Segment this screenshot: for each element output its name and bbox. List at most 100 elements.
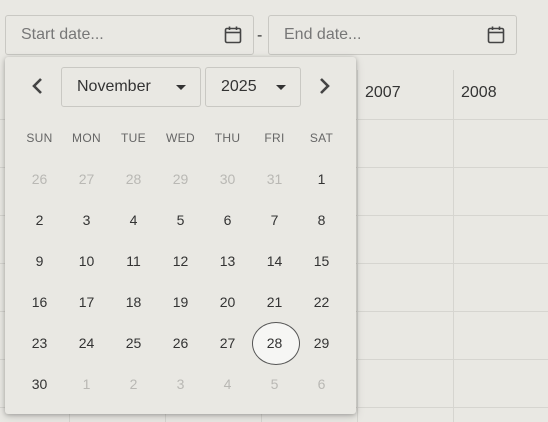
calendar-day[interactable]: 9 — [16, 240, 63, 281]
calendar-day[interactable]: 6 — [298, 363, 345, 404]
start-date-input[interactable] — [6, 16, 206, 54]
calendar-day[interactable]: 10 — [63, 240, 110, 281]
next-month-button[interactable] — [311, 73, 337, 99]
previous-month-button[interactable] — [25, 73, 51, 99]
calendar-day[interactable]: 17 — [63, 281, 110, 322]
calendar-day[interactable]: 26 — [157, 322, 204, 363]
calendar-day-label: 5 — [176, 211, 185, 228]
end-date-input[interactable] — [269, 16, 469, 54]
calendar-day[interactable]: 4 — [204, 363, 251, 404]
calendar-day-label: 16 — [31, 293, 48, 310]
calendar-day[interactable]: 11 — [110, 240, 157, 281]
calendar-day-label: 23 — [31, 334, 48, 351]
calendar-day[interactable]: 14 — [251, 240, 298, 281]
weekday-label: SUN — [26, 131, 53, 145]
calendar-day[interactable]: 5 — [251, 363, 298, 404]
table-header-cell: 2007 — [365, 84, 401, 101]
calendar-day-label: 17 — [78, 293, 95, 310]
calendar-week-row: 9 10 11 12 13 14 15 — [16, 240, 345, 281]
calendar-day[interactable]: 22 — [298, 281, 345, 322]
calendar-day-label: 10 — [78, 252, 95, 269]
weekday-label: WED — [166, 131, 195, 145]
calendar-day[interactable]: 1 — [63, 363, 110, 404]
calendar-day-label: 5 — [270, 375, 279, 392]
calendar-day[interactable]: 13 — [204, 240, 251, 281]
calendar-day[interactable]: 15 — [298, 240, 345, 281]
calendar-day-label: 3 — [176, 375, 185, 392]
calendar-day[interactable]: 27 — [63, 158, 110, 199]
range-separator: - — [257, 27, 263, 44]
calendar-day-label: 4 — [223, 375, 232, 392]
table-header-cell: 2008 — [461, 84, 497, 101]
calendar-week-row: 30 1 2 3 4 5 6 — [16, 363, 345, 404]
calendar-day[interactable]: 5 — [157, 199, 204, 240]
calendar-day[interactable]: 20 — [204, 281, 251, 322]
calendar-day[interactable]: 21 — [251, 281, 298, 322]
calendar-day[interactable]: 30 — [16, 363, 63, 404]
calendar-day[interactable]: 16 — [16, 281, 63, 322]
calendar-icon[interactable] — [223, 25, 243, 45]
end-date-field[interactable] — [268, 15, 517, 55]
calendar-icon[interactable] — [486, 25, 506, 45]
calendar-day-label: 11 — [126, 252, 141, 269]
calendar-day-label: 1 — [82, 375, 91, 392]
calendar-day-label: 1 — [317, 170, 326, 187]
calendar-day[interactable]: 6 — [204, 199, 251, 240]
calendar-day-label: 28 — [266, 334, 283, 351]
calendar-day[interactable]: 3 — [63, 199, 110, 240]
calendar-day-label: 12 — [172, 252, 189, 269]
calendar-day[interactable]: 31 — [251, 158, 298, 199]
table-divider — [357, 70, 358, 422]
calendar-week-row: 16 17 18 19 20 21 22 — [16, 281, 345, 322]
calendar-week-row: 2 3 4 5 6 7 8 — [16, 199, 345, 240]
weekday-header: SUN MON TUE WED THU FRI SAT — [16, 131, 345, 145]
calendar-day-label: 27 — [219, 334, 236, 351]
month-select[interactable]: November — [61, 67, 201, 107]
calendar-week-row: 23 24 25 26 27 28 29 — [16, 322, 345, 365]
chevron-left-icon — [32, 78, 42, 94]
calendar-day-label: 24 — [78, 334, 95, 351]
calendar-day-label: 20 — [219, 293, 236, 310]
calendar-day[interactable]: 7 — [251, 199, 298, 240]
calendar-day-label: 25 — [125, 334, 142, 351]
calendar-day[interactable]: 12 — [157, 240, 204, 281]
calendar-day-label: 21 — [266, 293, 283, 310]
calendar-day-label: 2 — [129, 375, 138, 392]
calendar-day[interactable]: 8 — [298, 199, 345, 240]
calendar-day[interactable]: 25 — [110, 322, 157, 363]
calendar-day[interactable]: 18 — [110, 281, 157, 322]
calendar-day[interactable]: 19 — [157, 281, 204, 322]
calendar-day-label: 26 — [31, 170, 48, 187]
calendar-day-selected[interactable]: 28 — [251, 322, 300, 365]
calendar-day-label: 30 — [31, 375, 48, 392]
calendar-day-label: 19 — [172, 293, 189, 310]
calendar-week-row: 26 27 28 29 30 31 1 — [16, 158, 345, 199]
calendar-day[interactable]: 2 — [16, 199, 63, 240]
calendar-day[interactable]: 24 — [63, 322, 110, 363]
calendar-day-label: 27 — [78, 170, 95, 187]
calendar-day[interactable]: 26 — [16, 158, 63, 199]
start-date-field[interactable] — [5, 15, 254, 55]
calendar-day[interactable]: 29 — [298, 322, 345, 363]
calendar-day-label: 8 — [317, 211, 326, 228]
calendar-grid: 26 27 28 29 30 31 1 2 3 4 5 6 7 8 9 10 11 12 13 14 15 16 17 18 1… — [16, 158, 345, 404]
calendar-day-label: 31 — [266, 170, 283, 187]
calendar-day[interactable]: 1 — [298, 158, 345, 199]
calendar-day-label: 3 — [82, 211, 91, 228]
calendar-day[interactable]: 29 — [157, 158, 204, 199]
calendar-day[interactable]: 27 — [204, 322, 251, 363]
calendar-day-label: 26 — [172, 334, 189, 351]
calendar-day-label: 15 — [313, 252, 330, 269]
calendar-day[interactable]: 23 — [16, 322, 63, 363]
weekday-label: THU — [214, 131, 241, 145]
calendar-day[interactable]: 3 — [157, 363, 204, 404]
weekday-label: TUE — [121, 131, 146, 145]
calendar-day-label: 2 — [35, 211, 44, 228]
calendar-day[interactable]: 30 — [204, 158, 251, 199]
calendar-day[interactable]: 28 — [110, 158, 157, 199]
calendar-day[interactable]: 2 — [110, 363, 157, 404]
calendar-day[interactable]: 4 — [110, 199, 157, 240]
calendar-day-label: 29 — [313, 334, 330, 351]
year-select[interactable]: 2025 — [205, 67, 301, 107]
weekday-label: MON — [72, 131, 101, 145]
